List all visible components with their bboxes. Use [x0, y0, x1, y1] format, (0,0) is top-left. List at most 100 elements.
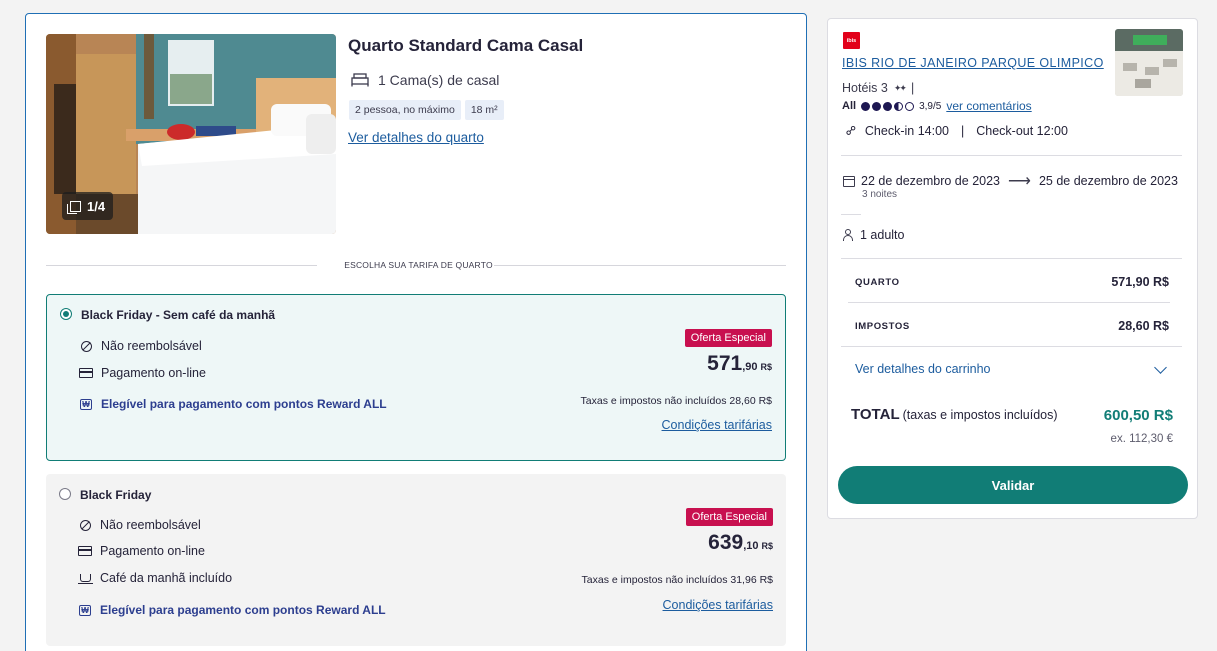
- date-to: 25 de dezembro de 2023: [1038, 174, 1178, 188]
- link-icon: ⚯: [841, 121, 861, 140]
- check-in-text: Check-in 14:00: [864, 124, 949, 138]
- category-separator: |: [910, 81, 915, 95]
- rate-conditions-link[interactable]: Condições tarifárias: [662, 418, 772, 432]
- divider: [841, 346, 1182, 347]
- room-price-value: 571,90 R$: [1111, 275, 1169, 289]
- rating-score: 3,9/5: [919, 100, 942, 112]
- star-icon: ✦✦: [893, 82, 907, 93]
- size-tag: 18 m²: [464, 100, 504, 120]
- reviews-link[interactable]: ver comentários: [946, 99, 1031, 113]
- arrow-right-icon: ⟶: [1008, 173, 1031, 190]
- divider: [841, 214, 861, 215]
- price-currency: R$: [761, 541, 773, 551]
- divider: [841, 258, 1182, 259]
- feature-text: Pagamento on-line: [101, 366, 206, 380]
- room-details-link[interactable]: Ver detalhes do quarto: [348, 130, 484, 145]
- bed-icon: [351, 73, 369, 87]
- person-icon: [843, 229, 853, 241]
- all-logo: All: [842, 100, 857, 112]
- hotel-rating: All 3,9/5 ver comentários: [842, 99, 1032, 113]
- rate-radio-1[interactable]: [60, 308, 72, 320]
- calendar-icon: [843, 175, 855, 187]
- price-main: 571: [707, 352, 743, 375]
- feature-online-payment: Pagamento on-line: [79, 366, 206, 380]
- credit-card-icon: [78, 546, 92, 556]
- rate-name: Black Friday - Sem café da manhã: [81, 308, 276, 322]
- taxes-label: IMPOSTOS: [855, 320, 910, 332]
- ban-icon: [79, 519, 91, 531]
- credit-card-icon: [79, 368, 93, 378]
- cart-details-toggle[interactable]: Ver detalhes do carrinho: [855, 360, 1169, 376]
- room-price-label: QUARTO: [855, 276, 900, 288]
- hotel-name-link[interactable]: IBIS RIO DE JANEIRO PARQUE OLIMPICO: [842, 56, 1104, 70]
- rate-name: Black Friday: [80, 488, 152, 502]
- total-label-text: TOTAL: [851, 406, 900, 423]
- rating-dot-icon: [883, 101, 893, 111]
- reward-text: Elegível para pagamento com pontos Rewar…: [101, 397, 387, 411]
- feature-breakfast: Café da manhã incluído: [77, 571, 233, 585]
- chevron-down-icon: [1154, 360, 1167, 374]
- price-cents: ,90: [742, 361, 758, 373]
- check-times: ⚯ Check-in 14:00 | Check-out 12:00: [842, 121, 1068, 139]
- divider-right: [494, 265, 786, 266]
- image-counter[interactable]: 1/4: [62, 192, 114, 220]
- feature-reward: ₩ Elegível para pagamento com pontos Rew…: [78, 603, 386, 617]
- reward-icon: ₩: [80, 398, 92, 410]
- room-price-line: QUARTO 571,90 R$: [855, 275, 1169, 289]
- room-tags: 2 pessoa, no máximo 18 m²: [349, 100, 504, 120]
- rate-price: 639,10 R$: [708, 531, 773, 555]
- total-label: TOTAL (taxas e impostos incluídos): [851, 406, 1058, 423]
- rating-dot-icon: [861, 101, 871, 111]
- divider: [848, 302, 1170, 303]
- nights-count: 3 noites: [862, 189, 898, 200]
- special-offer-badge: Oferta Especial: [684, 329, 772, 347]
- rate-option-1[interactable]: Black Friday - Sem café da manhã Não ree…: [46, 294, 786, 461]
- rate-radio-2[interactable]: [59, 488, 71, 500]
- taxes-note: Taxas e impostos não incluídos 28,60 R$: [580, 395, 772, 407]
- room-card: 1/4 Quarto Standard Cama Casal 1 Cama(s)…: [25, 13, 807, 651]
- feature-non-refundable: Não reembolsável: [78, 518, 201, 532]
- feature-non-refundable: Não reembolsável: [79, 339, 202, 353]
- hotel-category: Hotéis 3 ✦✦ |: [842, 81, 914, 95]
- bed-info: 1 Cama(s) de casal: [351, 72, 499, 88]
- hotel-thumbnail-illustration: [1115, 29, 1183, 96]
- check-out-text: Check-out 12:00: [976, 124, 1068, 138]
- guests-text: 1 adulto: [860, 228, 905, 242]
- guests-info: 1 adulto: [843, 228, 904, 242]
- total-ex-value: ex. 112,30 €: [1110, 433, 1173, 445]
- rate-conditions-link[interactable]: Condições tarifárias: [663, 598, 773, 612]
- ibis-logo: ibis: [843, 32, 860, 49]
- feature-text: Não reembolsável: [100, 518, 201, 532]
- feature-online-payment: Pagamento on-line: [78, 544, 205, 558]
- price-main: 639: [708, 531, 744, 554]
- price-cents: ,10: [743, 540, 759, 552]
- gallery-icon: [67, 200, 81, 214]
- stay-dates: 22 de dezembro de 2023 ⟶ 25 de dezembro …: [843, 171, 1178, 191]
- special-offer-badge: Oferta Especial: [685, 508, 773, 526]
- rate-price: 571,90 R$: [707, 352, 772, 376]
- cart-details-text: Ver detalhes do carrinho: [855, 362, 991, 376]
- total-value: 600,50 R$: [1103, 407, 1173, 424]
- price-currency: R$: [760, 362, 772, 372]
- room-title: Quarto Standard Cama Casal: [348, 36, 584, 55]
- ban-icon: [80, 340, 92, 352]
- feature-text: Não reembolsável: [101, 339, 202, 353]
- coffee-cup-icon: [77, 574, 93, 584]
- validate-button[interactable]: Validar: [838, 466, 1188, 504]
- category-text: Hotéis 3: [842, 81, 888, 95]
- room-photo[interactable]: 1/4: [46, 34, 336, 234]
- rate-option-2[interactable]: Black Friday Não reembolsável Pagamento …: [46, 474, 786, 646]
- check-separator: |: [960, 124, 965, 138]
- feature-reward: ₩ Elegível para pagamento com pontos Rew…: [79, 397, 387, 411]
- rate-divider-label: ESCOLHA SUA TARIFA DE QUARTO: [344, 260, 493, 270]
- rating-dot-icon: [905, 101, 915, 111]
- reward-text: Elegível para pagamento com pontos Rewar…: [100, 603, 386, 617]
- taxes-note: Taxas e impostos não incluídos 31,96 R$: [581, 574, 773, 586]
- image-counter-text: 1/4: [87, 198, 106, 214]
- total-note: (taxas e impostos incluídos): [902, 408, 1058, 422]
- feature-text: Café da manhã incluído: [100, 571, 233, 585]
- taxes-line: IMPOSTOS 28,60 R$: [855, 319, 1169, 333]
- hotel-thumbnail[interactable]: [1115, 29, 1183, 96]
- reward-icon: ₩: [79, 604, 91, 616]
- capacity-tag: 2 pessoa, no máximo: [349, 100, 461, 120]
